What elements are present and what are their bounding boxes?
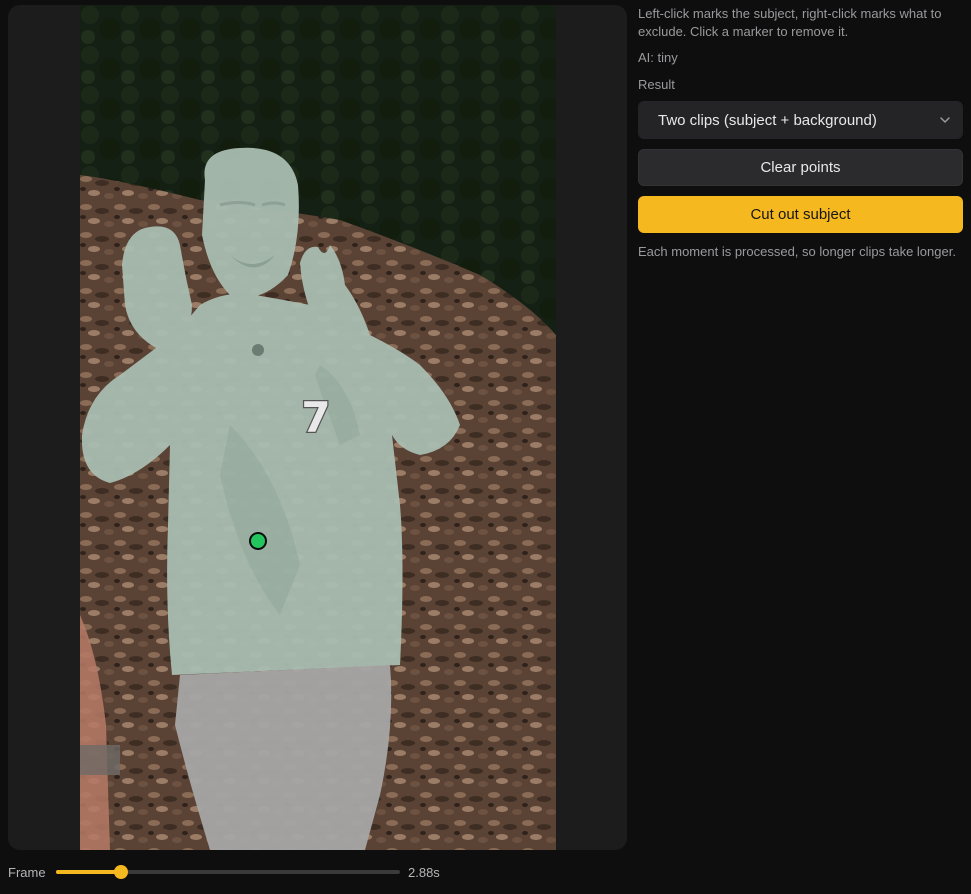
app-root: 7 Left-click marks the subject, right-cl… [0, 0, 971, 894]
sidebar: Left-click marks the subject, right-clic… [638, 5, 963, 261]
frame-scrubber: Frame 2.88s [8, 860, 478, 884]
result-select-value: Two clips (subject + background) [658, 111, 877, 129]
processing-note: Each moment is processed, so longer clip… [638, 244, 956, 259]
slider-thumb[interactable] [114, 865, 129, 879]
preview-panel: 7 [8, 5, 627, 850]
instructions-text: Left-click marks the subject, right-clic… [638, 6, 942, 39]
ai-model-label: AI: tiny [638, 50, 678, 65]
slider-fill [56, 870, 122, 874]
result-label: Result [638, 77, 675, 92]
subject-marker[interactable] [249, 532, 267, 550]
clear-points-button[interactable]: Clear points [638, 149, 963, 186]
frame-label: Frame [8, 864, 46, 880]
frame-time: 2.88s [408, 864, 440, 880]
chevron-down-icon [940, 117, 950, 123]
result-select[interactable]: Two clips (subject + background) [638, 101, 963, 139]
cut-out-subject-button[interactable]: Cut out subject [638, 196, 963, 233]
video-frame-image: 7 [80, 5, 556, 850]
shirt-number-label: 7 [301, 393, 330, 442]
video-canvas[interactable]: 7 [80, 5, 556, 850]
frame-slider[interactable] [56, 860, 400, 884]
